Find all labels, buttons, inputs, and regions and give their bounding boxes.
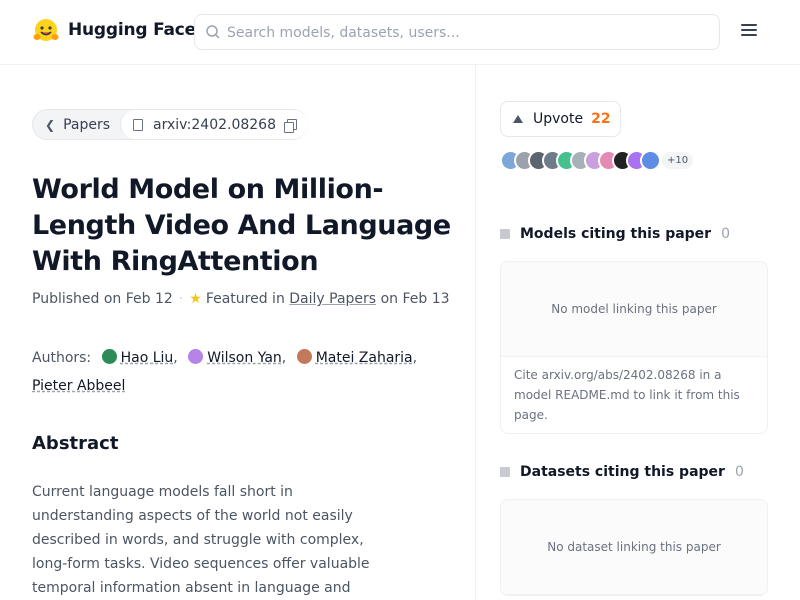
daily-papers-link[interactable]: Daily Papers xyxy=(289,291,376,307)
author-name-link[interactable]: Matei Zaharia xyxy=(316,350,413,366)
hamburger-menu-icon[interactable] xyxy=(741,24,757,38)
upvote-count: 22 xyxy=(591,111,611,127)
search-box[interactable] xyxy=(194,14,720,50)
author-item: Hao Liu, xyxy=(96,349,178,366)
chevron-left-icon: ❮ xyxy=(45,117,56,132)
author-separator: , xyxy=(281,350,287,366)
published-date: Published on Feb 12 xyxy=(32,291,173,307)
author-name-link[interactable]: Wilson Yan xyxy=(207,350,282,366)
datasets-citing-heading: Datasets citing this paper 0 xyxy=(500,464,744,480)
column-divider xyxy=(475,65,476,600)
models-citing-count: 0 xyxy=(721,226,730,242)
avatar xyxy=(188,349,204,364)
abstract-text: Current language models fall short in un… xyxy=(32,484,370,596)
avatar xyxy=(296,349,312,364)
search-icon xyxy=(206,25,220,39)
upvote-button[interactable]: Upvote 22 xyxy=(500,101,621,137)
author-separator: , xyxy=(173,350,178,366)
authors-label: Authors: xyxy=(32,350,92,366)
author-item: Matei Zaharia, xyxy=(291,349,418,366)
copy-icon[interactable] xyxy=(284,118,298,133)
paper-id-chip: arxiv:2402.08268 xyxy=(120,110,309,139)
upvote-arrow-icon xyxy=(513,115,523,123)
models-citing-heading: Models citing this paper 0 xyxy=(500,226,730,242)
author-name-link[interactable]: Hao Liu xyxy=(121,350,174,366)
models-citing-title: Models citing this paper xyxy=(520,226,712,242)
datasets-citing-panel: No dataset linking this paper xyxy=(500,499,768,596)
featured-suffix: on Feb 13 xyxy=(380,291,450,307)
upvoter-avatars[interactable]: +10 xyxy=(500,149,694,171)
brand-name[interactable]: Hugging Face xyxy=(68,20,196,40)
datasets-citing-title: Datasets citing this paper xyxy=(520,464,725,480)
models-citing-panel: No model linking this paper Cite arxiv.o… xyxy=(500,261,768,434)
author-item: Wilson Yan, xyxy=(182,349,287,366)
star-icon: ★ xyxy=(189,291,202,307)
models-empty-message: No model linking this paper xyxy=(501,262,767,357)
breadcrumb-papers-label: Papers xyxy=(63,116,111,133)
more-voters-badge[interactable]: +10 xyxy=(662,151,694,169)
authors-list: Authors: Hao Liu, Wilson Yan, Matei Zaha… xyxy=(32,344,442,400)
database-icon xyxy=(500,467,510,477)
avatar[interactable] xyxy=(640,149,661,171)
featured-prefix: Featured in xyxy=(205,291,285,307)
hugging-face-logo-icon[interactable] xyxy=(32,17,60,45)
models-cite-hint: Cite arxiv.org/abs/2402.08268 in a model… xyxy=(514,368,740,422)
abstract-heading: Abstract xyxy=(32,433,119,454)
document-icon xyxy=(133,118,144,131)
top-nav: Hugging Face xyxy=(0,0,800,65)
author-name-link[interactable]: Pieter Abbeel xyxy=(32,378,125,394)
upvote-label: Upvote xyxy=(533,111,584,127)
paper-id: arxiv:2402.08268 xyxy=(153,116,277,133)
author-item: Pieter Abbeel xyxy=(32,378,125,394)
publication-info: Published on Feb 12 · ★ Featured in Daily P… xyxy=(32,291,450,307)
author-separator: , xyxy=(412,350,418,366)
cube-icon xyxy=(500,229,510,239)
datasets-citing-count: 0 xyxy=(734,464,744,480)
datasets-empty-message: No dataset linking this paper xyxy=(501,500,767,595)
search-input[interactable] xyxy=(227,21,707,45)
back-to-papers-link[interactable]: ❮ Papers xyxy=(33,110,120,139)
paper-title: World Model on Million-Length Video And … xyxy=(32,174,451,277)
breadcrumb: ❮ Papers arxiv:2402.08268 xyxy=(32,109,309,140)
avatar xyxy=(101,349,117,364)
